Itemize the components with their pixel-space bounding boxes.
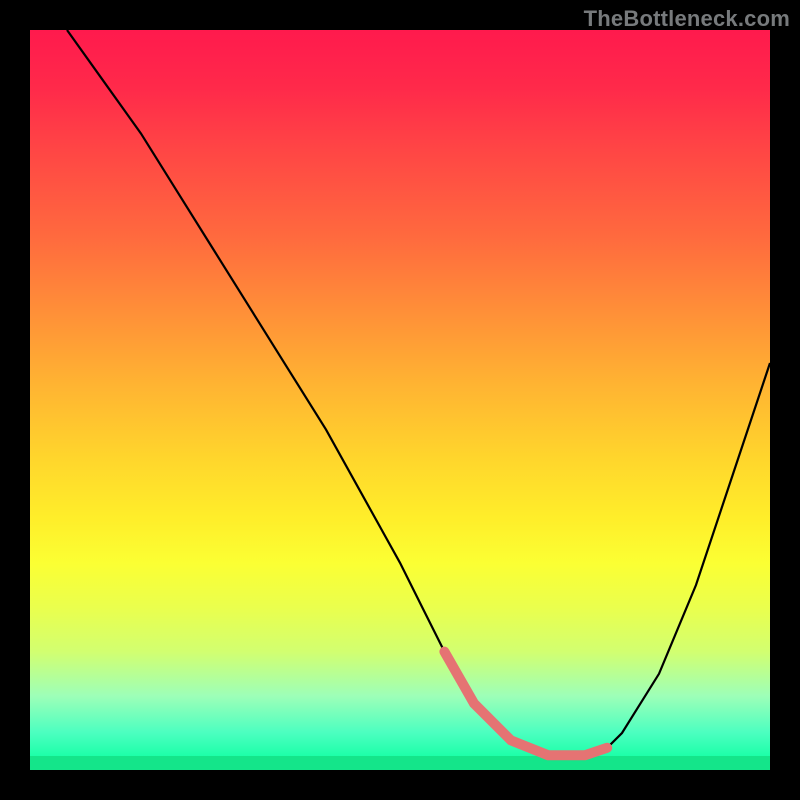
optimal-range-highlight xyxy=(444,652,607,756)
bottleneck-curve-svg xyxy=(30,30,770,770)
bottleneck-curve-line xyxy=(67,30,770,755)
watermark-text: TheBottleneck.com xyxy=(584,6,790,32)
chart-frame: TheBottleneck.com xyxy=(0,0,800,800)
heatmap-plot-area xyxy=(30,30,770,770)
